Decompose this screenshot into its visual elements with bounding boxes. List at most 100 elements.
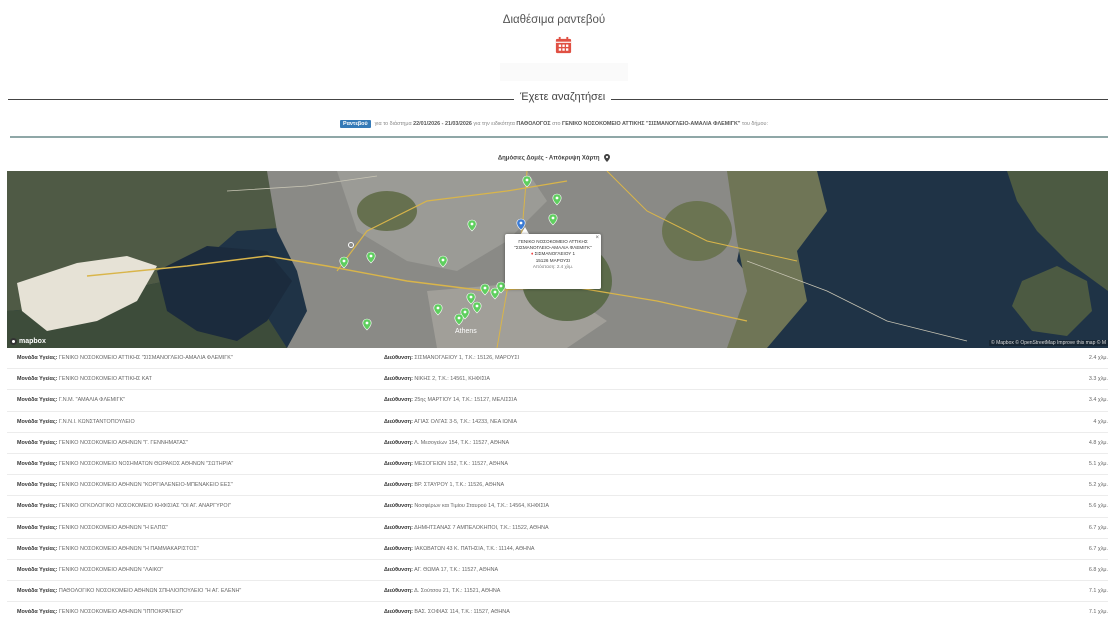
unit-address: Νοσφέρων και Τιμίου Σταυρού 14, Τ.Κ.: 14… [414,503,549,510]
unit-distance: 3.3 χλμ. [1088,376,1108,383]
address-cell: Διεύθυνση: Νοσφέρων και Τιμίου Σταυρού 1… [384,503,1048,509]
unit-cell: Μονάδα Υγείας: ΓΕΝΙΚΟ ΝΟΣΟΚΟΜΕΙΟ ΝΟΣΗΜΑΤ… [7,461,384,467]
address-cell: Διεύθυνση: ΑΓ. ΘΩΜΑ 17, Τ.Κ.: 11527, ΑΘΗ… [384,567,1048,573]
search-summary: Ραντεβού για το διάστημα 22/01/2026 - 21/… [0,120,1108,128]
map-attribution[interactable]: © Mapbox © OpenStreetMap Improve this ma… [989,340,1108,346]
list-item[interactable]: Μονάδα Υγείας: ΓΕΝΙΚΟ ΟΓΚΟΛΟΓΙΚΟ ΝΟΣΟΚΟΜ… [7,496,1108,518]
hospital-marker[interactable] [362,318,372,331]
list-item[interactable]: Μονάδα Υγείας: ΠΑΘΟΛΟΓΙΚΟ ΝΟΣΟΚΟΜΕΙΟ ΑΘΗ… [7,581,1108,603]
mapbox-logo-text: mapbox [19,338,46,345]
unit-cell: Μονάδα Υγείας: ΓΕΝΙΚΟ ΝΟΣΟΚΟΜΕΙΟ ΑΘΗΝΩΝ … [7,609,384,615]
address-cell: Διεύθυνση: ΣΙΣΜΑΝΟΓΛΕΙΟΥ 1, Τ.Κ.: 15126,… [384,355,1048,361]
unit-distance: 4.8 χλμ. [1088,439,1108,446]
address-label: Διεύθυνση: [384,355,413,362]
hospital-marker[interactable] [472,301,482,314]
unit-distance: 5.2 χλμ. [1088,482,1108,489]
unit-cell: Μονάδα Υγείας: ΓΕΝΙΚΟ ΝΟΣΟΚΟΜΕΙΟ ΑΘΗΝΩΝ … [7,525,384,531]
unit-distance: 6.8 χλμ. [1088,566,1108,573]
unit-name: ΓΕΝΙΚΟ ΝΟΣΟΚΟΜΕΙΟ ΑΤΤΙΚΗΣ "ΣΙΣΜΑΝΟΓΛΕΙΟ-… [58,355,233,362]
unit-address: 25ης ΜΑΡΤΙΟΥ 14, Τ.Κ.: 15127, ΜΕΛΙΣΣΙΑ [414,397,518,404]
list-item[interactable]: Μονάδα Υγείας: ΓΕΝΙΚΟ ΝΟΣΟΚΟΜΕΙΟ ΑΘΗΝΩΝ … [7,602,1108,619]
list-item[interactable]: Μονάδα Υγείας: ΓΕΝΙΚΟ ΝΟΣΟΚΟΜΕΙΟ ΑΘΗΝΩΝ … [7,475,1108,497]
search-date-range: 22/01/2026 - 21/03/2026 [413,121,472,127]
hospital-marker[interactable] [552,193,562,206]
hospital-marker[interactable] [366,251,376,264]
mapbox-logo-icon [10,338,17,345]
unit-cell: Μονάδα Υγείας: ΓΕΝΙΚΟ ΝΟΣΟΚΟΜΕΙΟ ΑΘΗΝΩΝ … [7,482,384,488]
list-item[interactable]: Μονάδα Υγείας: Γ.Ν.Μ. "ΑΜΑΛΙΑ ΦΛΕΜΙΓΚ" Δι… [7,390,1108,412]
mapbox-logo[interactable]: mapbox [10,338,46,345]
unit-name: ΓΕΝΙΚΟ ΝΟΣΟΚΟΜΕΙΟ ΑΘΗΝΩΝ "Η ΠΑΜΜΑΚΑΡΙΣΤΟ… [58,545,199,552]
unit-distance: 3.4 χλμ. [1088,397,1108,404]
list-item[interactable]: Μονάδα Υγείας: ΓΕΝΙΚΟ ΝΟΣΟΚΟΜΕΙΟ ΑΘΗΝΩΝ … [7,539,1108,560]
unit-address: ΔΗΜΗΤΣΑΝΑΣ 7 ΑΜΠΕΛΟΚΗΠΟΙ, Τ.Κ.: 11522, Α… [414,524,549,531]
page-title: Διαθέσιμα ραντεβού [502,14,606,26]
address-label: Διεύθυνση: [384,376,413,383]
address-cell: Διεύθυνση: Λ. Μεσογείων 154, Τ.Κ.: 11527… [384,440,1048,446]
list-item[interactable]: Μονάδα Υγείας: ΓΕΝΙΚΟ ΝΟΣΟΚΟΜΕΙΟ ΑΘΗΝΩΝ … [7,433,1108,454]
unit-distance: 6.7 χλμ. [1088,524,1108,531]
hospital-marker[interactable] [433,303,443,316]
unit-distance: 7.1 χλμ. [1088,609,1108,616]
unit-name: Γ.Ν.Ν.Ι. ΚΩΝΣΤΑΝΤΟΠΟΥΛΕΙΟ [58,418,135,425]
unit-name: ΓΕΝΙΚΟ ΝΟΣΟΚΟΜΕΙΟ ΑΘΗΝΩΝ "ΛΑΙΚΟ" [58,566,164,573]
hospital-marker[interactable] [339,256,349,269]
unit-name: ΓΕΝΙΚΟ ΝΟΣΟΚΟΜΕΙΟ ΑΘΗΝΩΝ "ΚΟΡΓΙΑΛΕΝΕΙΟ-Μ… [58,482,233,489]
hospital-marker[interactable] [480,283,490,296]
search-text-3: στο [552,121,561,127]
unit-cell: Μονάδα Υγείας: ΠΑΘΟΛΟΓΙΚΟ ΝΟΣΟΚΟΜΕΙΟ ΑΘΗ… [7,588,384,594]
list-item[interactable]: Μονάδα Υγείας: ΓΕΝΙΚΟ ΝΟΣΟΚΟΜΕΙΟ ΑΤΤΙΚΗΣ… [7,369,1108,391]
address-cell: Διεύθυνση: ΝΙΚΗΣ 2, Τ.Κ.: 14561, ΚΗΦΙΣΙΑ [384,376,1048,382]
list-item[interactable]: Μονάδα Υγείας: ΓΕΝΙΚΟ ΝΟΣΟΚΟΜΕΙΟ ΑΤΤΙΚΗΣ… [7,348,1108,370]
address-cell: Διεύθυνση: Δ. Σούτσου 21, Τ.Κ.: 11521, Α… [384,588,1048,594]
search-text-2: για την ειδικότητα [473,121,515,127]
address-cell: Διεύθυνση: ΑΓΙΑΣ ΟΛΓΑΣ 3-5, Τ.Κ.: 14233,… [384,419,1048,425]
unit-name: ΓΕΝΙΚΟ ΝΟΣΟΚΟΜΕΙΟ ΑΘΗΝΩΝ "ΙΠΠΟΚΡΑΤΕΙΟ" [58,609,183,616]
unit-address: ΣΙΣΜΑΝΟΓΛΕΙΟΥ 1, Τ.Κ.: 15126, ΜΑΡΟΥΣΙ [414,355,520,362]
health-unit-list: Μονάδα Υγείας: ΓΕΝΙΚΟ ΝΟΣΟΚΟΜΕΙΟ ΑΤΤΙΚΗΣ… [7,348,1108,619]
map[interactable]: Athens × ΓΕΝΙΚΟ ΝΟΣΟΚΟΜΕΙΟ ΑΤΤΙΚΗΣ "ΣΙΣΜ… [7,171,1108,348]
hospital-marker[interactable] [548,213,558,226]
list-item[interactable]: Μονάδα Υγείας: ΓΕΝΙΚΟ ΝΟΣΟΚΟΜΕΙΟ ΑΘΗΝΩΝ … [7,518,1108,539]
unit-label: Μονάδα Υγείας: [17,482,58,489]
unit-name: ΓΕΝΙΚΟ ΝΟΣΟΚΟΜΕΙΟ ΑΤΤΙΚΗΣ ΚΑΤ [58,376,152,383]
hospital-marker[interactable] [348,242,354,248]
address-label: Διεύθυνση: [384,418,413,425]
unit-cell: Μονάδα Υγείας: ΓΕΝΙΚΟ ΝΟΣΟΚΟΜΕΙΟ ΑΤΤΙΚΗΣ… [7,355,384,361]
address-label: Διεύθυνση: [384,503,413,510]
hospital-marker[interactable] [454,313,464,326]
unit-name: ΓΕΝΙΚΟ ΝΟΣΟΚΟΜΕΙΟ ΝΟΣΗΜΑΤΩΝ ΘΩΡΑΚΟΣ ΑΘΗΝ… [58,461,234,468]
list-item[interactable]: Μονάδα Υγείας: ΓΕΝΙΚΟ ΝΟΣΟΚΟΜΕΙΟ ΝΟΣΗΜΑΤ… [7,454,1108,476]
hospital-marker[interactable] [522,175,532,188]
unit-distance: 2.4 χλμ. [1088,355,1108,362]
unit-address: ΜΕΣΟΓΕΙΩΝ 152, Τ.Κ.: 11527, ΑΘΗΝΑ [414,461,509,468]
hospital-marker[interactable] [467,219,477,232]
unit-distance: 5.1 χλμ. [1088,461,1108,468]
list-item[interactable]: Μονάδα Υγείας: ΓΕΝΙΚΟ ΝΟΣΟΚΟΜΕΙΟ ΑΘΗΝΩΝ … [7,560,1108,582]
unit-address: Δ. Σούτσου 21, Τ.Κ.: 11521, ΑΘΗΝΑ [414,588,501,595]
map-heading-label: Δημόσιες Δομές - Απόκρυψη Χάρτη [497,155,600,162]
search-text-4: του δήμου: [741,121,768,127]
unit-cell: Μονάδα Υγείας: Γ.Ν.Ν.Ι. ΚΩΝΣΤΑΝΤΟΠΟΥΛΕΙΟ [7,419,384,425]
hospital-marker[interactable] [438,255,448,268]
unit-cell: Μονάδα Υγείας: ΓΕΝΙΚΟ ΝΟΣΟΚΟΜΕΙΟ ΑΘΗΝΩΝ … [7,567,384,573]
address-cell: Διεύθυνση: ΔΗΜΗΤΣΑΝΑΣ 7 ΑΜΠΕΛΟΚΗΠΟΙ, Τ.Κ… [384,525,1048,531]
unit-address: Λ. Μεσογείων 154, Τ.Κ.: 11527, ΑΘΗΝΑ [414,439,510,446]
search-specialty: ΠΑΘΟΛΟΓΟΣ [516,121,551,127]
unit-label: Μονάδα Υγείας: [17,439,58,446]
unit-label: Μονάδα Υγείας: [17,545,58,552]
unit-label: Μονάδα Υγείας: [17,524,58,531]
list-item[interactable]: Μονάδα Υγείας: Γ.Ν.Ν.Ι. ΚΩΝΣΤΑΝΤΟΠΟΥΛΕΙΟ… [7,412,1108,433]
unit-label: Μονάδα Υγείας: [17,461,58,468]
appointment-badge: Ραντεβού [340,120,371,128]
unit-label: Μονάδα Υγείας: [17,397,58,404]
calendar-placeholder [500,63,628,81]
hospital-marker[interactable] [466,292,476,305]
address-label: Διεύθυνση: [384,397,413,404]
section-title: Έχετε αναζητήσει [514,91,612,103]
map-toggle-link[interactable]: Δημόσιες Δομές - Απόκρυψη Χάρτη [0,154,1108,162]
unit-cell: Μονάδα Υγείας: ΓΕΝΙΚΟ ΟΓΚΟΛΟΓΙΚΟ ΝΟΣΟΚΟΜ… [7,503,384,509]
unit-label: Μονάδα Υγείας: [17,588,58,595]
popup-close-button[interactable]: × [595,234,599,242]
unit-name: ΓΕΝΙΚΟ ΟΓΚΟΛΟΓΙΚΟ ΝΟΣΟΚΟΜΕΙΟ ΚΗΦΙΣΙΑΣ "Ο… [58,503,231,510]
